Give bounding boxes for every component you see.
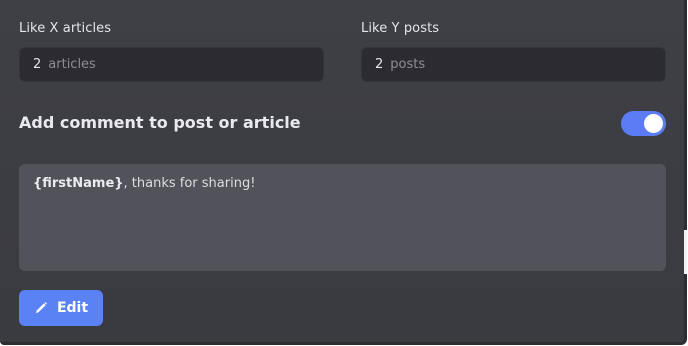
- like-articles-input[interactable]: 2 articles: [19, 47, 324, 82]
- add-comment-title: Add comment to post or article: [19, 113, 301, 132]
- settings-panel: Like X articles 2 articles Like Y posts …: [0, 0, 687, 345]
- like-posts-unit: posts: [390, 57, 426, 72]
- comment-message-box[interactable]: {firstName}, thanks for sharing!: [19, 164, 666, 271]
- add-comment-toggle[interactable]: [621, 111, 666, 136]
- like-articles-unit: articles: [48, 57, 96, 72]
- edit-button-label: Edit: [56, 300, 89, 316]
- comment-variable: {firstName}: [33, 176, 124, 191]
- comment-text: , thanks for sharing!: [123, 176, 256, 191]
- like-posts-label: Like Y posts: [361, 21, 440, 36]
- edit-button[interactable]: Edit: [19, 290, 103, 326]
- like-posts-value: 2: [375, 57, 384, 72]
- window-edge: [684, 230, 687, 274]
- like-posts-input[interactable]: 2 posts: [361, 47, 666, 82]
- toggle-knob: [644, 114, 663, 133]
- like-articles-label: Like X articles: [19, 21, 112, 36]
- pencil-icon: [35, 302, 47, 313]
- like-articles-value: 2: [33, 57, 42, 72]
